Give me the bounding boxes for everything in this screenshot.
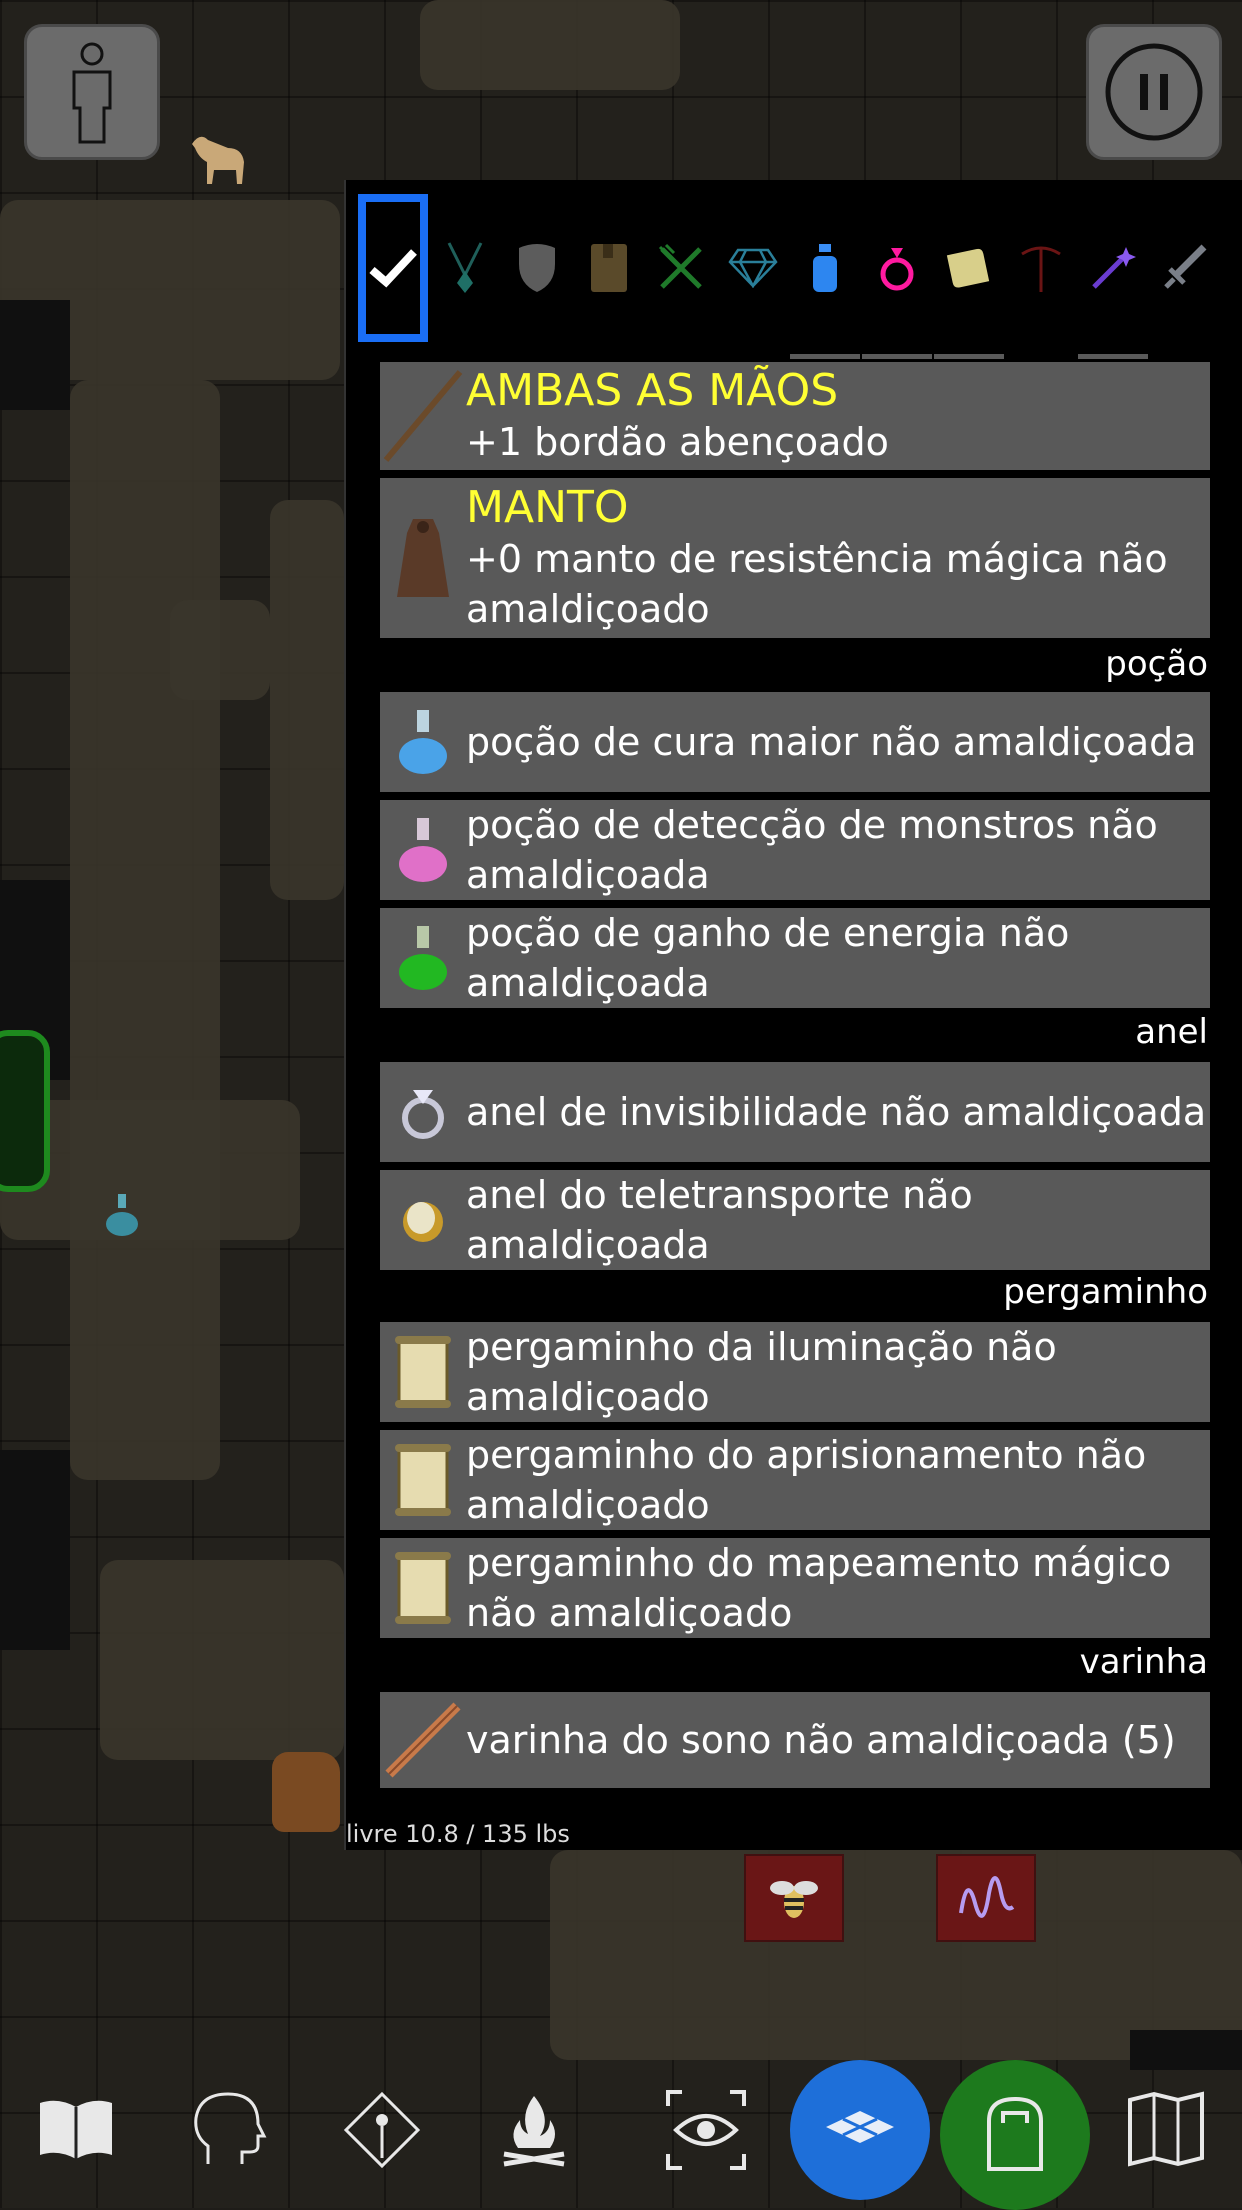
category-header-scroll: pergaminho bbox=[1003, 1272, 1208, 1312]
filter-wands[interactable] bbox=[1078, 194, 1148, 342]
pink-potion-icon bbox=[380, 800, 466, 900]
cloak-icon bbox=[380, 478, 466, 638]
wand-item-icon bbox=[380, 1692, 466, 1788]
potion-icon bbox=[813, 244, 837, 292]
boulder-icon bbox=[272, 1752, 340, 1832]
item-name: pergaminho da iluminação não amaldiçoado bbox=[466, 1325, 1057, 1419]
item-name: varinha do sono não amaldiçoada (5) bbox=[466, 1718, 1176, 1762]
inventory-item[interactable]: poção de detecção de monstros não amaldi… bbox=[380, 800, 1210, 900]
filter-rings[interactable] bbox=[862, 194, 932, 342]
scroll-icon bbox=[946, 248, 990, 288]
bee-monster-tile[interactable] bbox=[744, 1854, 844, 1942]
gold-ring-icon bbox=[380, 1170, 466, 1270]
carry-weight: livre 10.8 / 135 lbs bbox=[346, 1820, 570, 1848]
equip-slot-label: AMBAS AS MÃOS bbox=[466, 365, 839, 416]
map-icon bbox=[1128, 2091, 1204, 2167]
equip-item-name: +1 bordão abençoado bbox=[466, 420, 889, 464]
gem-icon bbox=[728, 248, 778, 288]
filter-underline bbox=[934, 354, 1004, 359]
silver-ring-icon bbox=[380, 1062, 466, 1162]
worm-monster-tile[interactable] bbox=[936, 1854, 1036, 1942]
item-name: anel do teletransporte não amaldiçoada bbox=[466, 1173, 973, 1267]
item-name: poção de cura maior não amaldiçoada bbox=[466, 720, 1197, 764]
filter-bar bbox=[354, 194, 1234, 359]
head-icon bbox=[194, 2092, 267, 2164]
person-icon bbox=[72, 42, 112, 144]
scroll-item-icon bbox=[380, 1430, 466, 1530]
campfire-button[interactable] bbox=[464, 2060, 604, 2200]
category-header-wand: varinha bbox=[1079, 1642, 1208, 1682]
character-button[interactable] bbox=[24, 24, 160, 160]
scroll-item-icon bbox=[380, 1322, 466, 1422]
sword-icon bbox=[1164, 244, 1207, 289]
equip-slot-label: MANTO bbox=[466, 482, 629, 533]
equipped-row[interactable]: AMBAS AS MÃOS +1 bordão abençoado bbox=[380, 362, 1210, 470]
filter-underline bbox=[1078, 354, 1148, 359]
fork-knife-icon bbox=[658, 243, 702, 289]
side-drawer-handle[interactable] bbox=[0, 1030, 50, 1192]
compass-icon bbox=[343, 2091, 421, 2169]
inventory-item[interactable]: varinha do sono não amaldiçoada (5) bbox=[380, 1692, 1210, 1788]
filter-amulet[interactable] bbox=[430, 194, 500, 342]
wand-icon bbox=[1092, 247, 1136, 289]
filter-potions[interactable] bbox=[790, 194, 860, 342]
pickaxe-icon bbox=[1021, 246, 1061, 292]
pause-icon bbox=[1105, 43, 1203, 141]
filter-tools[interactable] bbox=[1006, 194, 1076, 342]
staff-icon bbox=[380, 362, 466, 470]
scroll-item-icon bbox=[380, 1538, 466, 1638]
filter-gems[interactable] bbox=[718, 194, 788, 342]
item-name: pergaminho do mapeamento mágico não amal… bbox=[466, 1541, 1172, 1635]
inventory-item[interactable]: pergaminho da iluminação não amaldiçoado bbox=[380, 1322, 1210, 1422]
item-name: anel de invisibilidade não amaldiçoada bbox=[466, 1090, 1207, 1134]
floor-potion-icon[interactable] bbox=[102, 1192, 142, 1238]
inventory-item[interactable]: poção de cura maior não amaldiçoada bbox=[380, 692, 1210, 792]
campfire-icon bbox=[503, 2096, 565, 2167]
inventory-item[interactable]: anel de invisibilidade não amaldiçoada bbox=[380, 1062, 1210, 1162]
blue-potion-icon bbox=[380, 692, 466, 792]
dog-sprite[interactable] bbox=[182, 124, 252, 194]
filter-weapons[interactable] bbox=[1150, 194, 1220, 342]
green-potion-icon bbox=[380, 908, 466, 1008]
inventory-icon bbox=[987, 2096, 1043, 2171]
head-button[interactable] bbox=[158, 2060, 298, 2200]
look-icon bbox=[666, 2090, 746, 2170]
amulet-icon bbox=[447, 242, 483, 293]
check-icon bbox=[369, 249, 417, 288]
equipped-row[interactable]: MANTO +0 manto de resistência mágica não… bbox=[380, 478, 1210, 638]
look-button[interactable] bbox=[636, 2060, 776, 2200]
category-header-potion: poção bbox=[1105, 644, 1208, 684]
inventory-button[interactable] bbox=[940, 2060, 1090, 2210]
shield-icon bbox=[519, 244, 555, 292]
book-icon bbox=[591, 244, 627, 292]
inventory-item[interactable]: poção de ganho de energia não amaldiçoad… bbox=[380, 908, 1210, 1008]
filter-armor[interactable] bbox=[502, 194, 572, 342]
item-name: poção de ganho de energia não amaldiçoad… bbox=[466, 911, 1070, 1005]
tiles-icon bbox=[826, 2111, 894, 2143]
ring-icon bbox=[880, 248, 914, 291]
spellbook-icon bbox=[40, 2100, 112, 2159]
item-name: poção de detecção de monstros não amaldi… bbox=[466, 803, 1158, 897]
inventory-item[interactable]: pergaminho do aprisionamento não amaldiç… bbox=[380, 1430, 1210, 1530]
filter-food[interactable] bbox=[646, 194, 716, 342]
category-header-ring: anel bbox=[1135, 1012, 1208, 1052]
compass-button[interactable] bbox=[312, 2060, 452, 2200]
filter-books[interactable] bbox=[574, 194, 644, 342]
filter-underline bbox=[862, 354, 932, 359]
item-name: pergaminho do aprisionamento não amaldiç… bbox=[466, 1433, 1147, 1527]
inventory-item[interactable]: anel do teletransporte não amaldiçoada bbox=[380, 1170, 1210, 1270]
inventory-panel: AMBAS AS MÃOS +1 bordão abençoado MANTO … bbox=[344, 180, 1242, 1850]
spellbook-button[interactable] bbox=[6, 2060, 146, 2200]
filter-all[interactable] bbox=[358, 194, 428, 342]
filter-underline bbox=[790, 354, 860, 359]
filter-scrolls[interactable] bbox=[934, 194, 1004, 342]
inventory-item[interactable]: pergaminho do mapeamento mágico não amal… bbox=[380, 1538, 1210, 1638]
equip-item-name: +0 manto de resistência mágica não amald… bbox=[466, 537, 1168, 631]
bottom-toolbar bbox=[0, 2060, 1242, 2210]
pause-button[interactable] bbox=[1086, 24, 1222, 160]
tiles-button[interactable] bbox=[790, 2060, 930, 2200]
map-button[interactable] bbox=[1096, 2060, 1236, 2200]
